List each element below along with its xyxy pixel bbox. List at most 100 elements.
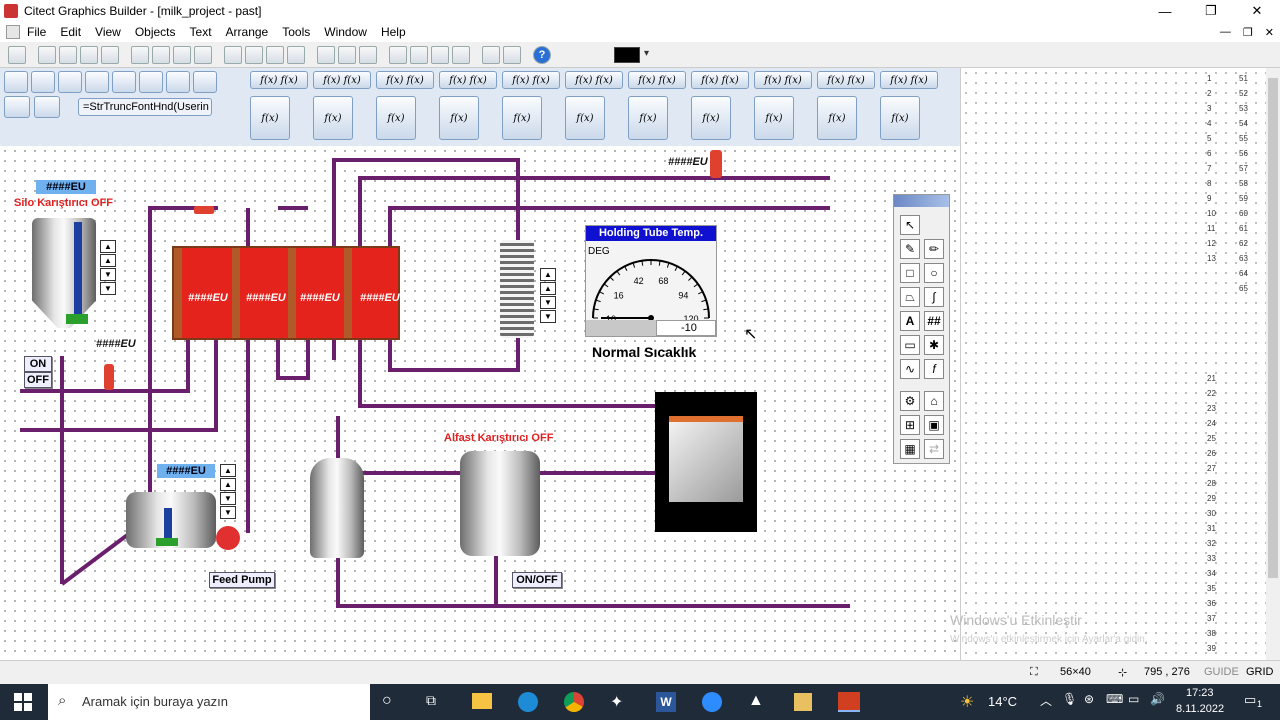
file-explorer-icon[interactable] xyxy=(472,693,492,709)
guide-indicator[interactable]: GUIDE xyxy=(1204,666,1239,678)
refresh-icon[interactable] xyxy=(359,45,377,64)
task-view-icon[interactable]: ⧉ xyxy=(426,692,436,709)
chrome-icon[interactable] xyxy=(564,692,584,712)
settings-genie-icon[interactable] xyxy=(34,96,60,118)
save-icon[interactable] xyxy=(59,45,77,64)
coil-arrows[interactable]: ▲ ▲ ▼ ▼ xyxy=(540,268,556,323)
citect-taskbar-icon[interactable] xyxy=(838,692,860,712)
image-tool-icon[interactable]: ▣ xyxy=(924,415,944,435)
mdi-minimize-button[interactable]: — xyxy=(1220,26,1231,38)
balance-arrows[interactable]: ▲ ▲ ▼ ▼ xyxy=(220,464,236,519)
cut-icon[interactable] xyxy=(131,45,149,64)
genie-fx-wide-3[interactable]: f(x) f(x) xyxy=(376,71,434,89)
menu-tools[interactable]: Tools xyxy=(275,25,317,39)
heat-exchanger[interactable]: ####EU ####EU ####EU ####EU xyxy=(172,246,400,340)
genie-fx-wide-4[interactable]: f(x) f(x) xyxy=(439,71,497,89)
symbol-set-tool-icon[interactable]: ✱ xyxy=(924,335,944,355)
genie-fx-wide-8[interactable]: f(x) f(x) xyxy=(691,71,749,89)
cicode-tool-icon[interactable]: f xyxy=(924,359,944,379)
group-icon[interactable] xyxy=(389,45,407,64)
send-back-icon[interactable] xyxy=(452,45,470,64)
disk-icon[interactable] xyxy=(266,45,284,64)
silo-level-arrows[interactable]: ▲ ▲ ▼ ▼ xyxy=(100,240,116,295)
palette-title-bar[interactable] xyxy=(894,195,949,207)
print-genie-icon[interactable] xyxy=(4,96,30,118)
genie-fx-tall-11[interactable]: f(x) xyxy=(880,96,920,140)
paste-icon[interactable] xyxy=(173,45,191,64)
cortana-icon[interactable]: ○ xyxy=(382,692,392,710)
taskbar-search[interactable]: ⌕ Aramak için buraya yazın xyxy=(48,684,370,720)
paste-special-icon[interactable] xyxy=(194,45,212,64)
app-icon-b[interactable] xyxy=(794,693,812,711)
zoom-icon[interactable] xyxy=(702,692,722,712)
minimize-button[interactable]: — xyxy=(1142,0,1188,22)
mdi-close-button[interactable]: ✕ xyxy=(1265,26,1274,39)
grid-indicator[interactable]: GRID xyxy=(1246,666,1274,678)
help-icon[interactable]: ? xyxy=(533,45,551,64)
align-icon[interactable] xyxy=(482,45,500,64)
folder-icon[interactable] xyxy=(224,45,242,64)
print-icon[interactable] xyxy=(101,45,119,64)
genie-fx-tall-10[interactable]: f(x) xyxy=(817,96,857,140)
redo-icon[interactable] xyxy=(338,45,356,64)
genie-fx-wide-5[interactable]: f(x) f(x) xyxy=(502,71,560,89)
silo-mixer-label[interactable]: Silo Karıştırıcı OFF xyxy=(14,197,113,209)
text-tool-icon[interactable]: A xyxy=(900,311,920,331)
bring-front-icon[interactable] xyxy=(431,45,449,64)
genie-fx-tall-9[interactable]: f(x) xyxy=(754,96,794,140)
document-icon[interactable] xyxy=(6,25,20,39)
genie-fx-wide-11[interactable]: f(x) f(x) xyxy=(880,71,938,89)
mdi-restore-button[interactable]: ❐ xyxy=(1243,26,1253,39)
menu-window[interactable]: Window xyxy=(317,25,374,39)
trend-tool-icon[interactable]: ∿ xyxy=(900,359,920,379)
open-folder-icon[interactable] xyxy=(245,45,263,64)
app-icon-a[interactable]: ▲ xyxy=(748,692,764,710)
alfast-mixer-label[interactable]: Alfast Karıştırıcı OFF xyxy=(444,432,553,444)
weather-icon[interactable]: ☀ xyxy=(960,692,974,712)
ellipse-tool-icon[interactable]: ○ xyxy=(924,263,944,283)
top-valve-icon[interactable] xyxy=(710,150,722,178)
page-icon[interactable] xyxy=(193,71,217,93)
save-as-icon[interactable] xyxy=(80,45,98,64)
balance-eu-display[interactable]: ####EU xyxy=(157,464,215,478)
genie-fx-tall-1[interactable]: f(x) xyxy=(250,96,290,140)
genie-fx-tall-3[interactable]: f(x) xyxy=(376,96,416,140)
menu-text[interactable]: Text xyxy=(183,25,219,39)
alfast-tank[interactable] xyxy=(460,451,540,556)
pencil-tool-icon[interactable]: ✏ xyxy=(924,239,944,259)
clock-date[interactable]: 8.11.2022 xyxy=(1176,703,1224,715)
vertical-scrollbar[interactable] xyxy=(1266,68,1280,660)
undo-genie-icon[interactable] xyxy=(112,71,136,93)
back-icon[interactable] xyxy=(4,71,28,93)
freehand-tool-icon[interactable]: ✎ xyxy=(900,239,920,259)
genie-fx-wide-1[interactable]: f(x) f(x) xyxy=(250,71,308,89)
pointer-tool-icon[interactable]: ↖ xyxy=(900,215,920,235)
compile-icon[interactable] xyxy=(287,45,305,64)
color-picker[interactable] xyxy=(614,46,649,63)
close-button[interactable]: ✕ xyxy=(1234,0,1280,22)
forward-icon[interactable] xyxy=(31,71,55,93)
genie-fx-wide-9[interactable]: f(x) f(x) xyxy=(754,71,812,89)
polygon-tool-icon[interactable]: ⏢ xyxy=(900,287,920,307)
menu-file[interactable]: File xyxy=(20,25,53,39)
menu-objects[interactable]: Objects xyxy=(128,25,183,39)
number-tool-icon[interactable]: ## xyxy=(924,311,944,331)
table-tool-icon[interactable]: ▦ xyxy=(900,439,920,459)
start-button[interactable] xyxy=(14,693,32,711)
genie-fx-tall-2[interactable]: f(x) xyxy=(313,96,353,140)
genie-fx-tall-4[interactable]: f(x) xyxy=(439,96,479,140)
alfast-onoff-button[interactable]: ON/OFF xyxy=(512,572,562,588)
symbol-tool-icon[interactable]: ⌂ xyxy=(924,391,944,411)
homogenizer[interactable] xyxy=(655,392,757,532)
silo-valve-icon[interactable] xyxy=(104,364,114,390)
feed-pump-icon[interactable] xyxy=(216,526,240,550)
genie-expression-input[interactable]: =StrTruncFontHnd(Userin xyxy=(78,98,212,116)
new-page-icon[interactable] xyxy=(8,45,26,64)
separator[interactable] xyxy=(310,458,364,558)
genie-fx-tall-6[interactable]: f(x) xyxy=(565,96,605,140)
menu-edit[interactable]: Edit xyxy=(53,25,88,39)
genie-fx-wide-10[interactable]: f(x) f(x) xyxy=(817,71,875,89)
genie-fx-tall-7[interactable]: f(x) xyxy=(628,96,668,140)
home-icon[interactable] xyxy=(166,71,190,93)
genie-tool-icon[interactable]: ⚙ xyxy=(900,391,920,411)
